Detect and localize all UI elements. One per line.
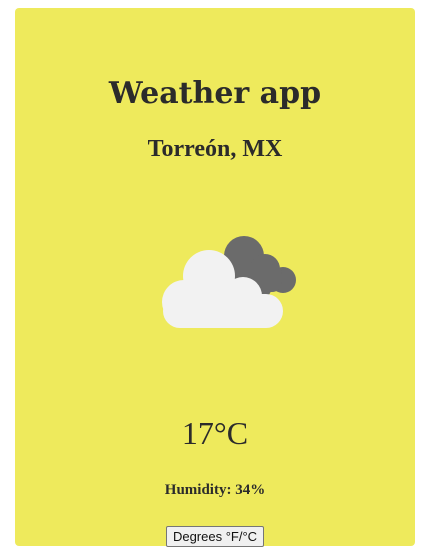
partly-cloudy-icon — [162, 236, 296, 328]
city-name: Torreón, MX — [147, 136, 283, 162]
humidity-value: Humidity: 34% — [164, 482, 266, 498]
temperature-value: 17°C — [181, 415, 249, 451]
app-title: Weather app — [108, 76, 322, 111]
weather-card: Weather app Torreón, MX 17°C Humidity: 3… — [15, 8, 415, 547]
unit-toggle-button[interactable]: Degrees °F/°C — [165, 526, 265, 547]
unit-toggle-container: Degrees °F/°C — [15, 526, 415, 547]
